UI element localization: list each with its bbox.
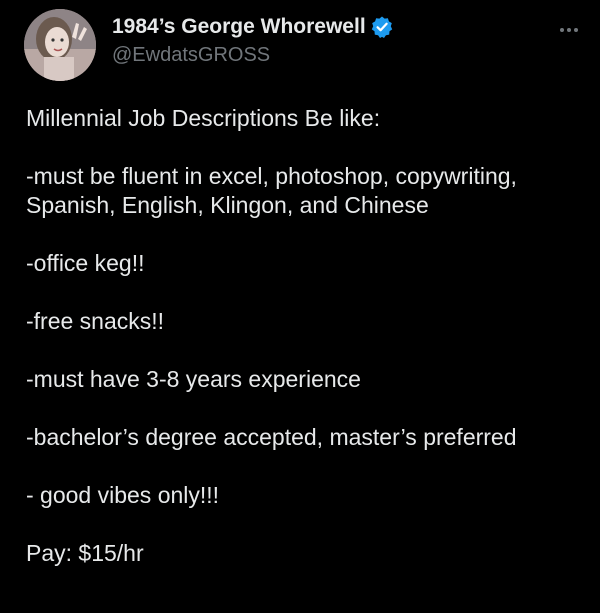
- tweet-paragraph: - good vibes only!!!: [26, 482, 220, 508]
- tweet-paragraph: -bachelor’s degree accepted, master’s pr…: [26, 424, 517, 450]
- tweet-paragraph: Pay: $15/hr: [26, 540, 144, 566]
- handle[interactable]: @EwdatsGROSS: [112, 44, 394, 67]
- verified-badge-icon[interactable]: [370, 15, 394, 39]
- tweet-card: 1984’s George Whorewell @EwdatsGROSS Mil…: [0, 0, 600, 613]
- tweet-paragraph: -must be fluent in excel, photoshop, cop…: [26, 163, 517, 218]
- display-name[interactable]: 1984’s George Whorewell: [112, 15, 366, 39]
- tweet-paragraph: Millennial Job Descriptions Be like:: [26, 105, 381, 131]
- more-horizontal-icon[interactable]: [554, 20, 584, 40]
- avatar[interactable]: [24, 9, 96, 81]
- display-name-row: 1984’s George Whorewell: [112, 13, 394, 41]
- profile-photo-icon: [24, 9, 96, 81]
- tweet-paragraph: -free snacks!!: [26, 308, 165, 334]
- tweet-text: Millennial Job Descriptions Be like: -mu…: [26, 104, 586, 568]
- more-dot: [560, 28, 564, 32]
- more-dot: [567, 28, 571, 32]
- tweet-paragraph: -office keg!!: [26, 250, 145, 276]
- author-block: 1984’s George Whorewell @EwdatsGROSS: [112, 13, 394, 67]
- tweet-paragraph: -must have 3-8 years experience: [26, 366, 361, 392]
- more-dot: [574, 28, 578, 32]
